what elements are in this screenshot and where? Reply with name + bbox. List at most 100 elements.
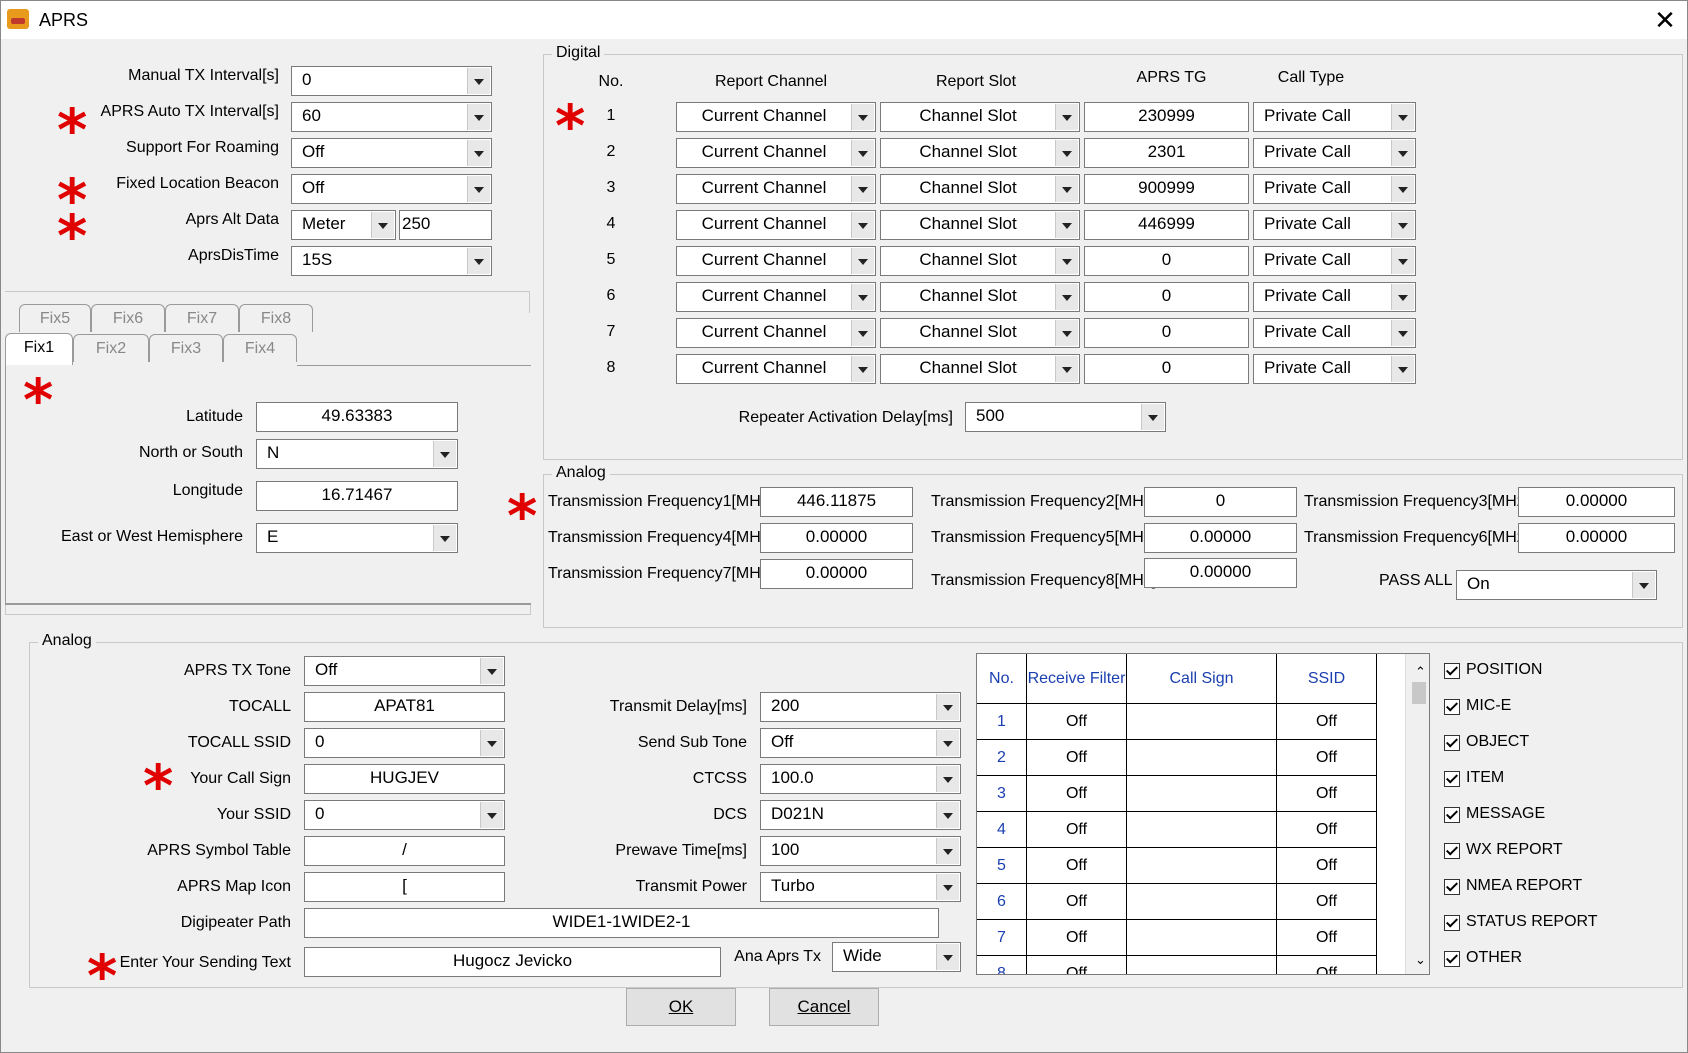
filter-cell-ssid[interactable]: Off bbox=[1277, 884, 1377, 920]
checkbox-wx-report[interactable]: WX REPORT bbox=[1444, 841, 1644, 863]
roaming-select[interactable]: Off bbox=[291, 138, 492, 168]
freq8-input[interactable]: 0.00000 bbox=[1144, 558, 1297, 588]
fixed-beacon-select[interactable]: Off bbox=[291, 174, 492, 204]
report-channel-select[interactable]: Current Channel bbox=[676, 282, 876, 312]
filter-cell-ssid[interactable]: Off bbox=[1277, 704, 1377, 740]
report-channel-select[interactable]: Current Channel bbox=[676, 210, 876, 240]
tab-fix2[interactable]: Fix2 bbox=[73, 334, 149, 362]
filter-cell-ssid[interactable]: Off bbox=[1277, 920, 1377, 956]
report-slot-select[interactable]: Channel Slot bbox=[880, 246, 1080, 276]
alt-unit-select[interactable]: Meter bbox=[291, 210, 396, 240]
filter-cell-call-sign[interactable] bbox=[1127, 920, 1277, 956]
filter-cell-ssid[interactable]: Off bbox=[1277, 956, 1377, 974]
call-type-select[interactable]: Private Call bbox=[1253, 318, 1416, 348]
dis-time-select[interactable]: 15S bbox=[291, 246, 492, 276]
symbol-table-input[interactable]: / bbox=[304, 836, 505, 866]
report-slot-select[interactable]: Channel Slot bbox=[880, 174, 1080, 204]
filter-cell-call-sign[interactable] bbox=[1127, 956, 1277, 974]
report-slot-select[interactable]: Channel Slot bbox=[880, 282, 1080, 312]
report-channel-select[interactable]: Current Channel bbox=[676, 246, 876, 276]
filter-cell-ssid[interactable]: Off bbox=[1277, 848, 1377, 884]
tab-fix8[interactable]: Fix8 bbox=[239, 304, 313, 332]
cancel-button[interactable]: Cancel bbox=[769, 988, 879, 1026]
power-select[interactable]: Turbo bbox=[760, 872, 961, 902]
filter-cell-call-sign[interactable] bbox=[1127, 704, 1277, 740]
ok-button[interactable]: OK bbox=[626, 988, 736, 1026]
filter-cell-filter[interactable]: Off bbox=[1027, 740, 1127, 776]
tab-fix7[interactable]: Fix7 bbox=[165, 304, 239, 332]
filter-cell-call-sign[interactable] bbox=[1127, 812, 1277, 848]
scroll-thumb[interactable] bbox=[1412, 682, 1426, 704]
report-slot-select[interactable]: Channel Slot bbox=[880, 102, 1080, 132]
manual-tx-select[interactable]: 0 bbox=[291, 66, 492, 96]
call-sign-input[interactable]: HUGJEV bbox=[304, 764, 505, 794]
ns-select[interactable]: N bbox=[256, 439, 458, 469]
call-type-select[interactable]: Private Call bbox=[1253, 174, 1416, 204]
freq2-input[interactable]: 0 bbox=[1144, 487, 1297, 517]
freq4-input[interactable]: 0.00000 bbox=[760, 523, 913, 553]
ew-select[interactable]: E bbox=[256, 523, 458, 553]
aprs-tg-input[interactable]: 0 bbox=[1084, 354, 1249, 384]
report-slot-select[interactable]: Channel Slot bbox=[880, 318, 1080, 348]
filter-cell-ssid[interactable]: Off bbox=[1277, 740, 1377, 776]
report-channel-select[interactable]: Current Channel bbox=[676, 174, 876, 204]
call-type-select[interactable]: Private Call bbox=[1253, 102, 1416, 132]
tab-fix3[interactable]: Fix3 bbox=[149, 334, 223, 362]
filter-cell-call-sign[interactable] bbox=[1127, 776, 1277, 812]
checkbox-status-report[interactable]: STATUS REPORT bbox=[1444, 913, 1644, 935]
filter-cell-call-sign[interactable] bbox=[1127, 848, 1277, 884]
freq5-input[interactable]: 0.00000 bbox=[1144, 523, 1297, 553]
repeater-delay-select[interactable]: 500 bbox=[965, 402, 1166, 432]
checkbox-message[interactable]: MESSAGE bbox=[1444, 805, 1644, 827]
checkbox-mic-e[interactable]: MIC-E bbox=[1444, 697, 1644, 719]
tab-fix5[interactable]: Fix5 bbox=[19, 304, 91, 332]
filter-cell-filter[interactable]: Off bbox=[1027, 848, 1127, 884]
tx-delay-select[interactable]: 200 bbox=[760, 692, 961, 722]
scroll-down-icon[interactable]: ⌄ bbox=[1415, 952, 1426, 968]
latitude-input[interactable]: 49.63383 bbox=[256, 402, 458, 432]
filter-scrollbar[interactable]: ⌃ ⌄ bbox=[1405, 654, 1429, 974]
freq6-input[interactable]: 0.00000 bbox=[1518, 523, 1675, 553]
aprs-tg-input[interactable]: 446999 bbox=[1084, 210, 1249, 240]
call-type-select[interactable]: Private Call bbox=[1253, 246, 1416, 276]
send-text-input[interactable]: Hugocz Jevicko bbox=[304, 947, 721, 977]
filter-cell-filter[interactable]: Off bbox=[1027, 884, 1127, 920]
filter-cell-filter[interactable]: Off bbox=[1027, 812, 1127, 848]
freq7-input[interactable]: 0.00000 bbox=[760, 559, 913, 589]
aprs-tg-input[interactable]: 0 bbox=[1084, 282, 1249, 312]
filter-cell-call-sign[interactable] bbox=[1127, 740, 1277, 776]
freq3-input[interactable]: 0.00000 bbox=[1518, 487, 1675, 517]
freq1-input[interactable]: 446.11875 bbox=[760, 487, 913, 517]
filter-cell-call-sign[interactable] bbox=[1127, 884, 1277, 920]
scroll-up-icon[interactable]: ⌃ bbox=[1415, 664, 1426, 680]
report-channel-select[interactable]: Current Channel bbox=[676, 318, 876, 348]
aprs-tg-input[interactable]: 230999 bbox=[1084, 102, 1249, 132]
filter-cell-filter[interactable]: Off bbox=[1027, 956, 1127, 974]
filter-cell-filter[interactable]: Off bbox=[1027, 920, 1127, 956]
close-icon[interactable]: ✕ bbox=[1647, 3, 1683, 37]
checkbox-nmea-report[interactable]: NMEA REPORT bbox=[1444, 877, 1644, 899]
longitude-input[interactable]: 16.71467 bbox=[256, 481, 458, 511]
call-type-select[interactable]: Private Call bbox=[1253, 138, 1416, 168]
call-type-select[interactable]: Private Call bbox=[1253, 282, 1416, 312]
tx-tone-select[interactable]: Off bbox=[304, 656, 505, 686]
call-type-select[interactable]: Private Call bbox=[1253, 210, 1416, 240]
digi-path-input[interactable]: WIDE1-1WIDE2-1 bbox=[304, 908, 939, 938]
report-channel-select[interactable]: Current Channel bbox=[676, 138, 876, 168]
aprs-tg-input[interactable]: 0 bbox=[1084, 246, 1249, 276]
aprs-tg-input[interactable]: 2301 bbox=[1084, 138, 1249, 168]
ana-tx-select[interactable]: Wide bbox=[832, 942, 961, 972]
sub-tone-select[interactable]: Off bbox=[760, 728, 961, 758]
filter-cell-ssid[interactable]: Off bbox=[1277, 776, 1377, 812]
alt-value-input[interactable]: 250 bbox=[399, 210, 492, 240]
checkbox-object[interactable]: OBJECT bbox=[1444, 733, 1644, 755]
report-channel-select[interactable]: Current Channel bbox=[676, 354, 876, 384]
report-channel-select[interactable]: Current Channel bbox=[676, 102, 876, 132]
tocall-input[interactable]: APAT81 bbox=[304, 692, 505, 722]
checkbox-other[interactable]: OTHER bbox=[1444, 949, 1644, 971]
aprs-tg-input[interactable]: 0 bbox=[1084, 318, 1249, 348]
tab-fix1[interactable]: Fix1 bbox=[5, 333, 73, 365]
ssid-select[interactable]: 0 bbox=[304, 800, 505, 830]
filter-cell-filter[interactable]: Off bbox=[1027, 704, 1127, 740]
tocall-ssid-select[interactable]: 0 bbox=[304, 728, 505, 758]
